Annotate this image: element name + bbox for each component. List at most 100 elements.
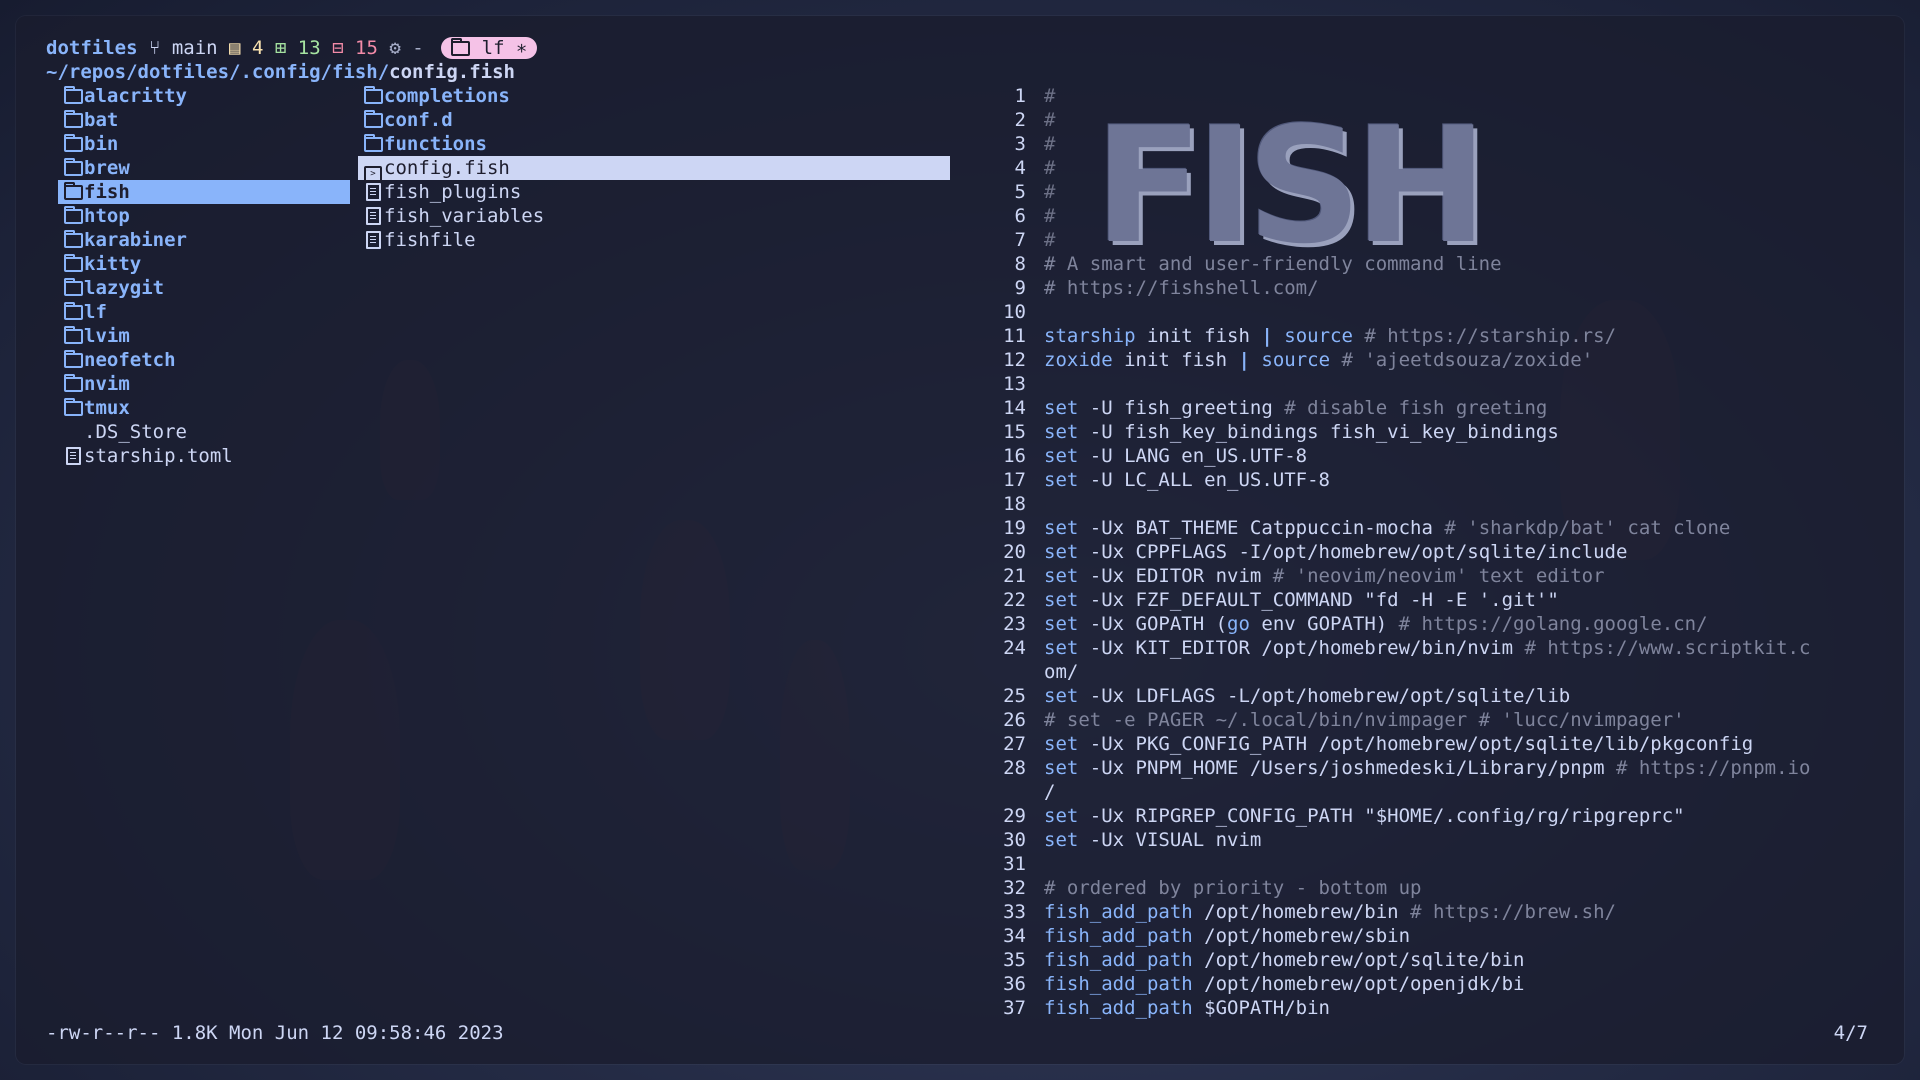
line-number: 8 bbox=[1014, 253, 1026, 275]
line-text: # set -e PAGER ~/.local/bin/nvimpager # … bbox=[1044, 709, 1685, 731]
file-entry[interactable]: .DS_Store bbox=[58, 420, 350, 444]
file-icon bbox=[364, 180, 382, 204]
entry-name: tmux bbox=[84, 397, 130, 419]
code-line: 27 set -Ux PKG_CONFIG_PATH /opt/homebrew/… bbox=[976, 732, 1876, 756]
line-number: 14 bbox=[1003, 397, 1026, 419]
entry-name: neofetch bbox=[84, 349, 176, 371]
directory-entry[interactable]: bin bbox=[58, 132, 350, 156]
code-line: 36 fish_add_path /opt/homebrew/opt/openjd… bbox=[976, 972, 1876, 996]
entry-name: completions bbox=[384, 85, 510, 107]
line-text bbox=[1044, 492, 1876, 516]
line-text: set -Ux GOPATH (go env GOPATH) # https:/… bbox=[1044, 613, 1708, 635]
line-number: 34 bbox=[1003, 925, 1026, 947]
directory-entry[interactable]: tmux bbox=[58, 396, 350, 420]
directory-entry[interactable]: alacritty bbox=[58, 84, 350, 108]
entry-name: fishfile bbox=[384, 229, 476, 251]
git-branch-icon: ⑂ bbox=[148, 37, 161, 59]
entry-name: kitty bbox=[84, 253, 142, 275]
terminal-window[interactable]: dotfiles ⑂ main ▤ 4 ⊞ 13 ⊟ 15 ⚙ - lf ∗ ~… bbox=[16, 16, 1904, 1064]
entry-name: karabiner bbox=[84, 229, 187, 251]
directory-entry[interactable]: htop bbox=[58, 204, 350, 228]
code-line: 2 # bbox=[976, 108, 1876, 132]
folder-icon bbox=[64, 228, 83, 252]
line-text: fish_add_path /opt/homebrew/bin # https:… bbox=[1044, 901, 1616, 923]
line-number: 4 bbox=[1014, 157, 1026, 179]
code-line: 24 set -Ux KIT_EDITOR /opt/homebrew/bin/n… bbox=[976, 636, 1876, 660]
folder-icon bbox=[64, 348, 83, 372]
line-text: set -Ux EDITOR nvim # 'neovim/neovim' te… bbox=[1044, 565, 1605, 587]
code-line: 35 fish_add_path /opt/homebrew/opt/sqlite… bbox=[976, 948, 1876, 972]
directory-entry[interactable]: brew bbox=[58, 156, 350, 180]
directory-entry[interactable]: functions bbox=[358, 132, 950, 156]
code-line: 8 # A smart and user-friendly command lin… bbox=[976, 252, 1876, 276]
current-directory-pane[interactable]: completions conf.d functions > config.fish fi… bbox=[358, 84, 950, 252]
file-entry[interactable]: starship.toml bbox=[58, 444, 350, 468]
folder-icon bbox=[64, 156, 83, 180]
file-info-status: -rw-r--r-- 1.8K Mon Jun 12 09:58:46 2023 bbox=[46, 1022, 504, 1044]
entry-name: nvim bbox=[84, 373, 130, 395]
folder-icon bbox=[64, 180, 83, 204]
directory-entry[interactable]: completions bbox=[358, 84, 950, 108]
file-entry[interactable]: > config.fish bbox=[358, 156, 950, 182]
directory-entry[interactable]: kitty bbox=[58, 252, 350, 276]
line-text: set -Ux FZF_DEFAULT_COMMAND "fd -H -E '.… bbox=[1044, 589, 1559, 611]
line-number: 1 bbox=[1014, 85, 1026, 107]
code-line: 5 # bbox=[976, 180, 1876, 204]
code-line: 21 set -Ux EDITOR nvim # 'neovim/neovim' … bbox=[976, 564, 1876, 588]
directory-entry[interactable]: fish bbox=[58, 180, 350, 204]
line-number: 26 bbox=[1003, 709, 1026, 731]
file-entry[interactable]: fish_variables bbox=[358, 204, 950, 228]
path-directory: ~/repos/dotfiles/.config/fish/ bbox=[46, 61, 390, 83]
gear-icon: ⚙ bbox=[389, 37, 401, 59]
line-text: # A smart and user-friendly command line bbox=[1044, 253, 1502, 275]
directory-entry[interactable]: nvim bbox=[58, 372, 350, 396]
code-line: 33 fish_add_path /opt/homebrew/bin # http… bbox=[976, 900, 1876, 924]
line-text: set -U LC_ALL en_US.UTF-8 bbox=[1044, 469, 1330, 491]
directory-entry[interactable]: lf bbox=[58, 300, 350, 324]
clipboard-icon: ▤ bbox=[229, 37, 241, 59]
directory-entry[interactable]: conf.d bbox=[358, 108, 950, 132]
plus-square-icon: ⊞ bbox=[274, 37, 287, 59]
directory-entry[interactable]: neofetch bbox=[58, 348, 350, 372]
line-number: 30 bbox=[1003, 829, 1026, 851]
code-line: 15 set -U fish_key_bindings fish_vi_key_b… bbox=[976, 420, 1876, 444]
directory-entry[interactable]: bat bbox=[58, 108, 350, 132]
line-number: 3 bbox=[1014, 133, 1026, 155]
line-text: # bbox=[1044, 85, 1056, 107]
removed-count: 15 bbox=[355, 37, 378, 59]
parent-directory-pane[interactable]: alacritty bat bin brew fish htop karabiner kitt… bbox=[58, 84, 350, 468]
line-text: fish_add_path $GOPATH/bin bbox=[1044, 997, 1330, 1019]
prompt-separator: - bbox=[412, 37, 424, 59]
line-number: 18 bbox=[1003, 493, 1026, 515]
code-line: 19 set -Ux BAT_THEME Catppuccin-mocha # '… bbox=[976, 516, 1876, 540]
code-line: 16 set -U LANG en_US.UTF-8 bbox=[976, 444, 1876, 468]
line-number bbox=[976, 660, 1044, 684]
directory-entry[interactable]: lazygit bbox=[58, 276, 350, 300]
line-number: 9 bbox=[1014, 277, 1026, 299]
line-text bbox=[1044, 372, 1876, 396]
line-text: # https://fishshell.com/ bbox=[1044, 277, 1319, 299]
code-line: 13 bbox=[976, 372, 1876, 396]
line-text: set -Ux CPPFLAGS -I/opt/homebrew/opt/sql… bbox=[1044, 541, 1628, 563]
directory-entry[interactable]: karabiner bbox=[58, 228, 350, 252]
entry-name: fish_variables bbox=[384, 205, 545, 227]
file-entry[interactable]: fishfile bbox=[358, 228, 950, 252]
line-number: 32 bbox=[1003, 877, 1026, 899]
line-number: 21 bbox=[1003, 565, 1026, 587]
directory-entry[interactable]: lvim bbox=[58, 324, 350, 348]
folder-icon bbox=[64, 276, 83, 300]
code-line: 3 # bbox=[976, 132, 1876, 156]
code-line: 18 bbox=[976, 492, 1876, 516]
line-text: set -Ux RIPGREP_CONFIG_PATH "$HOME/.conf… bbox=[1044, 805, 1685, 827]
code-line: 34 fish_add_path /opt/homebrew/sbin bbox=[976, 924, 1876, 948]
line-text: set -Ux PNPM_HOME /Users/joshmedeski/Lib… bbox=[1044, 757, 1811, 779]
line-text: # bbox=[1044, 133, 1056, 155]
file-entry[interactable]: fish_plugins bbox=[358, 180, 950, 204]
entry-name: alacritty bbox=[84, 85, 187, 107]
line-text: set -Ux PKG_CONFIG_PATH /opt/homebrew/op… bbox=[1044, 733, 1754, 755]
entry-name: bat bbox=[84, 109, 119, 131]
line-number: 6 bbox=[1014, 205, 1026, 227]
file-icon bbox=[364, 204, 382, 228]
file-preview-pane[interactable]: 1 #2 #3 #4 #5 #6 #7 #8 # A smart and user-friend… bbox=[976, 84, 1876, 1020]
line-text: # bbox=[1044, 157, 1056, 179]
